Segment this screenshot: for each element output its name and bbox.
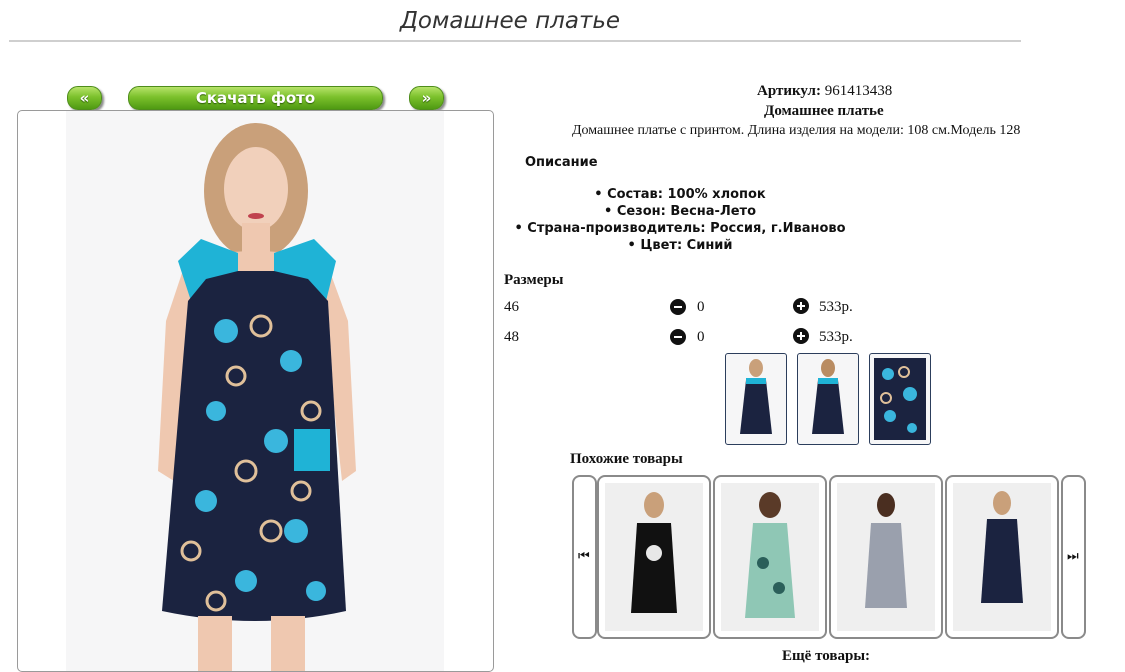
description-item: • Состав: 100% хлопок — [594, 187, 766, 202]
model-in-dress-image — [158, 123, 356, 671]
plus-icon[interactable] — [793, 298, 809, 314]
product-name: Домашнее платье — [764, 103, 884, 119]
minus-icon[interactable] — [670, 299, 686, 315]
page-title: Домашнее платье — [399, 8, 621, 34]
quantity-value: 0 — [697, 299, 705, 315]
article-line: Артикул: 961413438 — [757, 83, 892, 100]
similar-product-card[interactable] — [829, 475, 943, 639]
thumbnail-image — [874, 358, 926, 440]
article-label: Артикул: — [757, 83, 821, 99]
skip-previous-icon: ⏮ — [578, 549, 590, 564]
description-item: • Страна-производитель: Россия, г.Иванов… — [514, 221, 846, 236]
thumbnail-image — [812, 359, 844, 434]
article-value: 961413438 — [824, 83, 893, 99]
skip-next-icon: ⏭ — [1067, 549, 1079, 564]
price-value: 533р. — [819, 329, 853, 345]
similar-product-card[interactable] — [945, 475, 1059, 639]
similar-prev-button[interactable]: ⏮ — [572, 475, 597, 639]
photo-thumbnail-back[interactable] — [797, 353, 859, 445]
main-photo-frame — [17, 110, 494, 672]
plus-icon[interactable] — [793, 328, 809, 344]
product-summary: Домашнее платье с принтом. Длина изделия… — [572, 123, 1021, 138]
description-list: • Состав: 100% хлопок • Сезон: Весна-Лет… — [505, 186, 855, 254]
thumbnail-image — [740, 359, 772, 434]
minus-icon[interactable] — [670, 329, 686, 345]
similar-heading: Похожие товары — [570, 451, 683, 467]
size-value: 48 — [504, 329, 519, 345]
description-item: • Цвет: Синий — [627, 238, 733, 253]
more-products-label[interactable]: Ещё товары: — [782, 648, 870, 665]
prev-photo-button[interactable]: « — [67, 86, 102, 110]
size-value: 46 — [504, 299, 519, 315]
photo-thumbnail-front[interactable] — [725, 353, 787, 445]
description-item: • Сезон: Весна-Лето — [603, 204, 757, 219]
sizes-heading: Размеры — [504, 272, 564, 288]
description-heading: Описание — [525, 155, 598, 170]
quantity-value: 0 — [697, 329, 705, 345]
next-photo-button[interactable]: » — [409, 86, 444, 110]
similar-product-image — [605, 483, 703, 631]
photo-thumbnail-fabric[interactable] — [869, 353, 931, 445]
similar-product-card[interactable] — [597, 475, 711, 639]
download-photo-button[interactable]: Скачать фото — [128, 86, 383, 110]
similar-product-image — [953, 483, 1051, 631]
similar-product-image — [837, 483, 935, 631]
title-divider — [9, 40, 1021, 42]
main-photo[interactable] — [66, 111, 444, 671]
similar-product-image — [721, 483, 819, 631]
similar-next-button[interactable]: ⏭ — [1061, 475, 1086, 639]
similar-product-card[interactable] — [713, 475, 827, 639]
price-value: 533р. — [819, 299, 853, 315]
